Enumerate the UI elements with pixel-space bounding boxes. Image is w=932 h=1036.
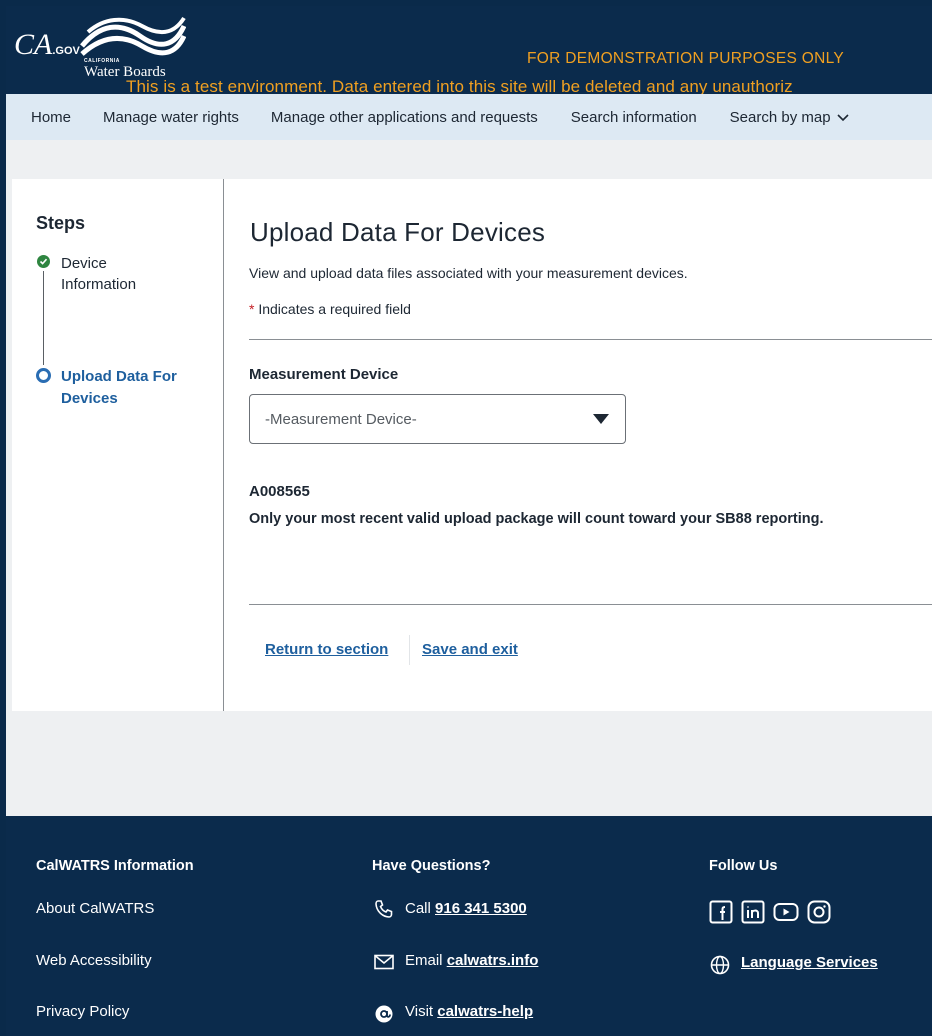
- nav-item-manage-water-rights[interactable]: Manage water rights: [103, 109, 239, 126]
- site-footer: CalWATRS Information About CalWATRS Web …: [6, 816, 932, 1036]
- dropdown-arrow-icon: [593, 414, 609, 424]
- nav-item-manage-other-applications[interactable]: Manage other applications and requests: [271, 109, 538, 126]
- divider: [249, 339, 932, 340]
- ca-gov-logo[interactable]: CA.GOV: [14, 28, 80, 62]
- water-boards-waves-icon: [80, 16, 186, 56]
- nav-item-search-by-map-label: Search by map: [729, 108, 831, 126]
- divider: [249, 604, 932, 605]
- page-title: Upload Data For Devices: [250, 217, 546, 247]
- site-header: CA.GOV CALIFORNIA Water Boards FOR DEMON…: [6, 6, 932, 96]
- call-prefix: Call: [405, 900, 436, 917]
- account-id: A008565: [249, 483, 310, 500]
- required-field-note: * Indicates a required field: [249, 301, 411, 317]
- email-icon: [374, 954, 394, 970]
- facebook-icon[interactable]: [709, 900, 733, 924]
- measurement-device-select[interactable]: -Measurement Device-: [249, 394, 626, 444]
- language-services-link[interactable]: Language Services: [741, 954, 878, 971]
- footer-heading-calwatrs-info: CalWATRS Information: [36, 858, 194, 874]
- instagram-icon[interactable]: [807, 900, 831, 924]
- step-upload-data-for-devices[interactable]: Upload Data For Devices: [61, 366, 201, 410]
- nav-item-search-information[interactable]: Search information: [571, 109, 697, 126]
- save-and-exit-link[interactable]: Save and exit: [422, 641, 518, 658]
- main-nav: Home Manage water rights Manage other ap…: [6, 94, 932, 140]
- footer-link-privacy-policy[interactable]: Privacy Policy: [36, 1003, 129, 1020]
- measurement-device-label: Measurement Device: [249, 366, 399, 383]
- browser-frame: CA.GOV CALIFORNIA Water Boards FOR DEMON…: [6, 6, 932, 1036]
- main-card: Steps Device Information Upload Data For…: [12, 179, 932, 711]
- return-to-section-link[interactable]: Return to section: [265, 641, 388, 658]
- phone-icon: [375, 900, 393, 918]
- footer-visit[interactable]: Visit calwatrs-help: [405, 1003, 533, 1020]
- footer-link-web-accessibility[interactable]: Web Accessibility: [36, 952, 152, 969]
- page-description: View and upload data files associated wi…: [249, 265, 688, 281]
- footer-heading-follow-us: Follow Us: [709, 858, 778, 874]
- footer-heading-have-questions: Have Questions?: [372, 858, 491, 874]
- footer-call[interactable]: Call 916 341 5300: [405, 900, 527, 917]
- sb88-note: Only your most recent valid upload packa…: [249, 511, 824, 527]
- current-step-circle-icon: [36, 368, 51, 383]
- footer-email[interactable]: Email calwatrs.info: [405, 952, 538, 969]
- ca-gov-text: .GOV: [52, 45, 80, 57]
- globe-icon: [710, 955, 730, 975]
- demo-banner: FOR DEMONSTRATION PURPOSES ONLY: [527, 50, 845, 67]
- steps-title: Steps: [36, 213, 86, 233]
- visit-prefix: Visit: [405, 1003, 438, 1020]
- language-services-text[interactable]: Language Services: [741, 954, 878, 971]
- visit-link[interactable]: calwatrs-help: [437, 1003, 533, 1020]
- at-sign-icon: [375, 1005, 393, 1023]
- required-note-text: Indicates a required field: [254, 301, 411, 317]
- footer-link-about[interactable]: About CalWATRS: [36, 900, 154, 917]
- social-icons: [709, 900, 831, 924]
- nav-item-search-by-map[interactable]: Search by map: [730, 109, 849, 126]
- call-number-link[interactable]: 916 341 5300: [435, 900, 527, 917]
- sidebar-divider: [223, 179, 224, 711]
- linkedin-icon[interactable]: [741, 900, 765, 924]
- youtube-icon[interactable]: [773, 900, 799, 924]
- chevron-down-icon: [836, 113, 849, 121]
- step-device-information[interactable]: Device Information: [61, 253, 181, 295]
- step-connector-line: [43, 271, 44, 365]
- link-separator: [409, 635, 410, 665]
- ca-logo-text: CA: [14, 28, 53, 61]
- nav-item-home[interactable]: Home: [31, 109, 71, 126]
- measurement-device-select-value: -Measurement Device-: [265, 411, 417, 428]
- email-link[interactable]: calwatrs.info: [447, 952, 539, 969]
- check-circle-icon: [37, 255, 50, 268]
- email-prefix: Email: [405, 952, 447, 969]
